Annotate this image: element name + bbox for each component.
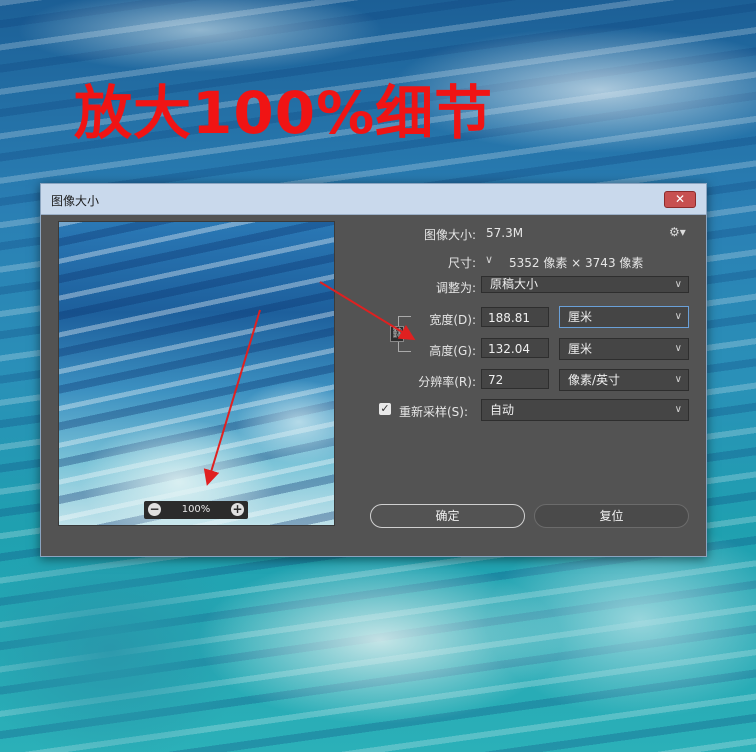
chevron-down-icon: ∨	[674, 374, 682, 385]
resample-checkbox[interactable]: ✓	[379, 403, 391, 415]
resolution-unit-select[interactable]: 像素/英寸 ∨	[559, 369, 689, 391]
height-unit-select[interactable]: 厘米 ∨	[559, 338, 689, 360]
resample-value: 自动	[490, 403, 515, 417]
resolution-input[interactable]: 72	[481, 369, 549, 389]
height-unit-value: 厘米	[568, 342, 593, 356]
fit-to-label: 调整为:	[435, 281, 476, 295]
resample-label: 重新采样(S):	[399, 405, 469, 419]
height-input[interactable]: 132.04	[481, 338, 549, 358]
zoom-out-button[interactable]: −	[148, 503, 161, 516]
width-label: 宽度(D):	[429, 313, 476, 327]
resample-select[interactable]: 自动 ∨	[481, 399, 689, 421]
reset-button[interactable]: 复位	[534, 504, 689, 528]
headline-text: 放大100%细节	[74, 79, 494, 147]
dialog-title: 图像大小	[51, 194, 100, 208]
fit-to-value: 原稿大小	[490, 277, 539, 291]
chevron-down-icon: ∨	[674, 343, 682, 354]
image-size-value: 57.3M	[486, 226, 524, 240]
chevron-down-icon[interactable]: ∨	[485, 253, 493, 266]
dimensions-value: 5352 像素 × 3743 像素	[509, 256, 644, 270]
dimensions-label: 尺寸:	[447, 256, 476, 270]
close-button[interactable]: ✕	[664, 191, 696, 208]
width-unit-value: 厘米	[568, 310, 593, 324]
image-size-label: 图像大小:	[423, 228, 476, 242]
resolution-label: 分辨率(R):	[418, 375, 476, 389]
image-preview[interactable]: − 100% +	[58, 221, 335, 526]
zoom-value: 100%	[181, 504, 211, 515]
chevron-down-icon: ∨	[674, 404, 682, 415]
ok-button[interactable]: 确定	[370, 504, 525, 528]
chevron-down-icon: ∨	[674, 311, 682, 322]
chain-link-icon[interactable]: ⛓	[390, 326, 404, 342]
width-unit-select[interactable]: 厘米 ∨	[559, 306, 689, 328]
zoom-in-button[interactable]: +	[231, 503, 244, 516]
resolution-unit-value: 像素/英寸	[568, 373, 621, 387]
height-label: 高度(G):	[429, 344, 476, 358]
width-input[interactable]: 188.81	[481, 307, 549, 327]
zoom-control: − 100% +	[144, 501, 248, 519]
dialog-titlebar[interactable]: 图像大小 ✕	[41, 184, 706, 215]
fit-to-select[interactable]: 原稿大小 ∨	[481, 276, 689, 293]
gear-icon[interactable]: ⚙▾	[669, 225, 686, 239]
chevron-down-icon: ∨	[674, 279, 682, 290]
image-size-dialog: 图像大小 ✕ − 100% + 图像大小: 57.3M ⚙▾ 尺寸: ∨ 535…	[40, 183, 707, 557]
